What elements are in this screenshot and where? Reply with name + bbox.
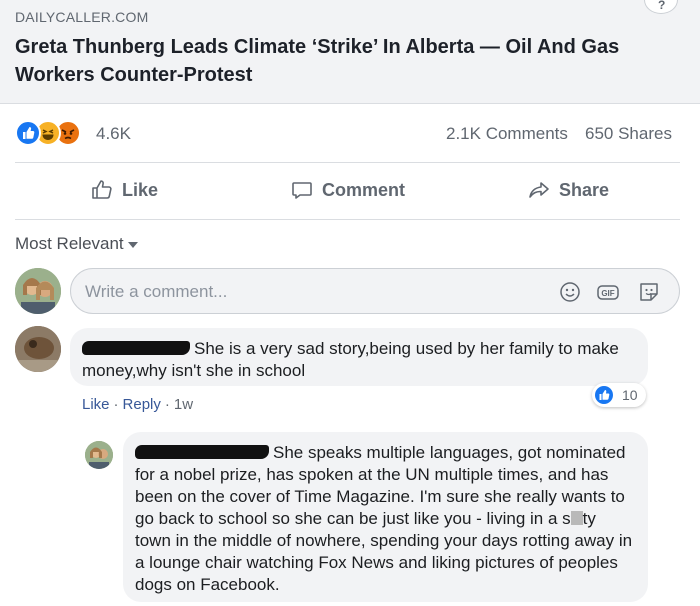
avatar[interactable]: [15, 268, 61, 314]
thumbs-up-icon: [92, 180, 112, 199]
divider: [15, 219, 680, 220]
comment-composer[interactable]: GIF: [70, 268, 680, 314]
share-button-label: Share: [559, 179, 610, 200]
comment-like-link[interactable]: Like: [82, 396, 110, 413]
comment-button[interactable]: Comment: [290, 164, 405, 216]
censored-word: [570, 511, 583, 525]
comment-bubble: She is a very sad story,being used by he…: [70, 328, 648, 386]
post-action-bar: Like Comment Share: [0, 164, 700, 216]
redacted-author-name[interactable]: [135, 445, 269, 459]
sort-label: Most Relevant: [15, 234, 124, 253]
like-reaction-icon: [595, 386, 613, 404]
sticker-icon[interactable]: [637, 280, 661, 304]
reaction-count[interactable]: 4.6K: [96, 124, 131, 144]
like-button[interactable]: Like: [90, 164, 158, 216]
reply-bubble: She speaks multiple languages, got nomin…: [123, 432, 648, 602]
link-preview-card[interactable]: DAILYCALLER.COM Greta Thunberg Leads Cli…: [0, 0, 700, 104]
comment-button-label: Comment: [322, 179, 406, 200]
avatar[interactable]: [85, 441, 113, 469]
emoji-icon[interactable]: [558, 280, 582, 304]
divider: [15, 162, 680, 163]
comment-like-count: 10: [622, 387, 638, 403]
comment-sort-dropdown[interactable]: Most Relevant: [15, 234, 138, 254]
caret-down-icon: [127, 241, 138, 248]
share-arrow-icon: [529, 182, 549, 198]
separator-dot: ·: [164, 396, 170, 413]
info-icon: ?: [658, 0, 666, 12]
svg-text:GIF: GIF: [601, 289, 614, 298]
shares-count[interactable]: 650 Shares: [585, 124, 672, 144]
comment-actions: Like · Reply · 1w: [82, 396, 193, 413]
redacted-author-name[interactable]: [82, 341, 190, 355]
comment-reply-link[interactable]: Reply: [123, 396, 161, 413]
post-stats: 4.6K 2.1K Comments 650 Shares: [0, 112, 700, 154]
separator-dot: ·: [113, 396, 119, 413]
share-button[interactable]: Share: [527, 164, 609, 216]
link-domain: DAILYCALLER.COM: [15, 9, 149, 25]
comment-timestamp[interactable]: 1w: [174, 396, 193, 413]
like-reaction-icon: [15, 120, 41, 146]
comment-like-count-badge[interactable]: 10: [592, 383, 646, 407]
gif-icon[interactable]: GIF: [596, 280, 620, 304]
avatar[interactable]: [15, 326, 61, 372]
like-button-label: Like: [122, 179, 159, 200]
link-headline[interactable]: Greta Thunberg Leads Climate ‘Strike’ In…: [15, 33, 675, 89]
link-info-button[interactable]: ?: [644, 0, 678, 14]
comments-count[interactable]: 2.1K Comments: [446, 124, 568, 144]
comment-input[interactable]: [85, 279, 535, 305]
speech-bubble-icon: [292, 182, 312, 199]
